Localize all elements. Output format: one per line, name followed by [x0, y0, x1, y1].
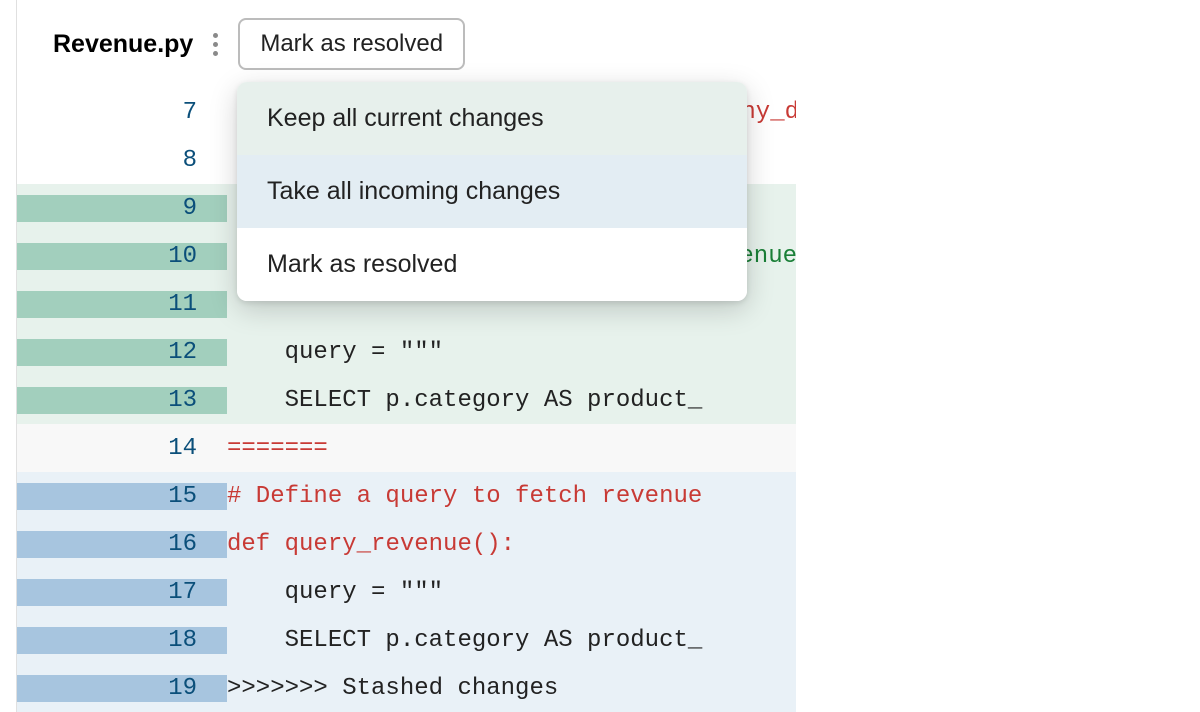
code-line: 16 def query_revenue(): [17, 520, 796, 568]
code-text: # Define a query to fetch revenue [227, 483, 796, 510]
code-line: 13 SELECT p.category AS product_ [17, 376, 796, 424]
line-number: 19 [17, 675, 227, 702]
code-line: 19 >>>>>>> Stashed changes [17, 664, 796, 712]
code-text: query = """ [227, 339, 796, 366]
line-number: 8 [17, 147, 227, 174]
line-number: 11 [17, 291, 227, 318]
code-line: 18 SELECT p.category AS product_ [17, 616, 796, 664]
line-number: 18 [17, 627, 227, 654]
take-incoming-option[interactable]: Take all incoming changes [237, 155, 747, 228]
code-line: 17 query = """ [17, 568, 796, 616]
code-text: ======= [227, 435, 796, 462]
line-number: 15 [17, 483, 227, 510]
line-number: 14 [17, 435, 227, 462]
mark-resolved-option[interactable]: Mark as resolved [237, 228, 747, 301]
conflict-actions-dropdown: Keep all current changes Take all incomi… [237, 82, 747, 301]
code-text: SELECT p.category AS product_ [227, 387, 796, 414]
line-number: 17 [17, 579, 227, 606]
kebab-menu-icon[interactable] [207, 27, 224, 62]
file-header: Revenue.py Mark as resolved [17, 0, 796, 88]
line-number: 10 [17, 243, 227, 270]
line-number: 16 [17, 531, 227, 558]
code-text: >>>>>>> Stashed changes [227, 675, 796, 702]
code-line: 15 # Define a query to fetch revenue [17, 472, 796, 520]
keep-current-option[interactable]: Keep all current changes [237, 82, 747, 155]
code-text: SELECT p.category AS product_ [227, 627, 796, 654]
filename: Revenue.py [53, 30, 193, 59]
line-number: 9 [17, 195, 227, 222]
code-text: def query_revenue(): [227, 531, 796, 558]
mark-resolved-button[interactable]: Mark as resolved [238, 18, 465, 70]
code-text: query = """ [227, 579, 796, 606]
code-line: 12 query = """ [17, 328, 796, 376]
line-number: 7 [17, 99, 227, 126]
line-number: 13 [17, 387, 227, 414]
code-line: 14 ======= [17, 424, 796, 472]
line-number: 12 [17, 339, 227, 366]
